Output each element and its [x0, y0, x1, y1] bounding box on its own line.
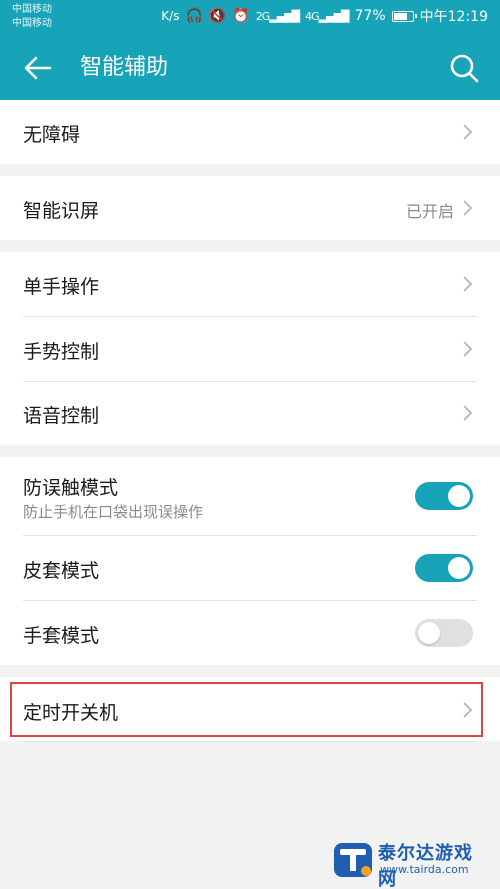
carrier-2: 中国移动	[12, 18, 52, 29]
group-accessibility: 无障碍	[0, 100, 500, 164]
headphone-icon: 🎧	[185, 8, 203, 24]
list-item-gesture[interactable]: 手势控制	[0, 317, 500, 381]
list-item-glove-mode: 手套模式	[0, 601, 500, 665]
status-icons: K/s 🎧 🔇 ⏰ 2G▂▄▆█ 4G▂▄▆█ 77% 中午12:19	[161, 6, 488, 26]
battery-icon	[391, 10, 417, 22]
toggle-knob	[448, 485, 470, 507]
status-bar: 中国移动 中国移动 K/s 🎧 🔇 ⏰ 2G▂▄▆█ 4G▂▄▆█ 77% 中午…	[0, 0, 500, 36]
chevron-right-icon	[463, 124, 473, 140]
glove-mode-toggle[interactable]	[415, 619, 473, 647]
chevron-right-icon	[463, 200, 473, 216]
watermark-emblem-icon	[334, 843, 372, 877]
accessibility-label: 无障碍	[23, 124, 81, 146]
glove-mode-label: 手套模式	[23, 625, 100, 647]
cover-mode-toggle[interactable]	[415, 554, 473, 582]
pocket-mode-toggle[interactable]	[415, 482, 473, 510]
group-controls: 单手操作 手势控制 语音控制	[0, 252, 500, 445]
voice-label: 语音控制	[23, 405, 100, 427]
carrier-info: 中国移动 中国移动	[12, 3, 52, 31]
carrier-1: 中国移动	[12, 4, 52, 15]
highlight-box	[10, 682, 483, 737]
watermark-logo: 泰尔达游戏网 www.tairda.com	[330, 837, 490, 889]
group-modes: 防误触模式 防止手机在口袋出现误操作 皮套模式 手套模式	[0, 457, 500, 665]
battery-fill	[393, 12, 407, 20]
search-button[interactable]	[446, 50, 482, 86]
list-item-cover-mode: 皮套模式	[0, 536, 500, 600]
one-hand-label: 单手操作	[23, 276, 100, 298]
search-icon	[450, 54, 479, 83]
clock: 中午12:19	[419, 9, 488, 25]
toggle-knob	[448, 557, 470, 579]
list-item-pocket-mode: 防误触模式 防止手机在口袋出现误操作	[0, 457, 500, 535]
back-button[interactable]	[20, 50, 56, 86]
back-arrow-icon	[24, 56, 52, 80]
battery-percent: 77%	[354, 8, 386, 24]
list-item-one-hand[interactable]: 单手操作	[0, 252, 500, 316]
chevron-right-icon	[463, 341, 473, 357]
gesture-label: 手势控制	[23, 341, 100, 363]
pocket-mode-description: 防止手机在口袋出现误操作	[23, 503, 204, 521]
alarm-icon: ⏰	[232, 8, 250, 24]
signal-2-label: 4G	[305, 9, 319, 23]
list-item-accessibility[interactable]: 无障碍	[0, 100, 500, 164]
pocket-mode-label: 防误触模式	[23, 477, 119, 499]
divider	[23, 741, 477, 742]
cover-mode-label: 皮套模式	[23, 560, 100, 582]
group-smart-screen: 智能识屏 已开启	[0, 176, 500, 240]
page-title: 智能辅助	[80, 55, 169, 80]
signal-1-label: 2G	[255, 9, 270, 23]
toggle-knob	[418, 622, 440, 644]
list-item-smart-screen[interactable]: 智能识屏 已开启	[0, 176, 500, 240]
signal-2: 4G▂▄▆█	[305, 9, 349, 23]
watermark-url: www.tairda.com	[380, 863, 469, 876]
smart-screen-label: 智能识屏	[23, 200, 100, 222]
smart-screen-status: 已开启	[405, 202, 454, 221]
chevron-right-icon	[463, 276, 473, 292]
signal-1: 2G▂▄▆█	[255, 9, 300, 23]
list-item-voice[interactable]: 语音控制	[0, 381, 500, 445]
net-speed: K/s	[161, 9, 180, 23]
chevron-right-icon	[463, 405, 473, 421]
mute-icon: 🔇	[208, 8, 227, 24]
app-bar: 智能辅助	[0, 36, 500, 100]
